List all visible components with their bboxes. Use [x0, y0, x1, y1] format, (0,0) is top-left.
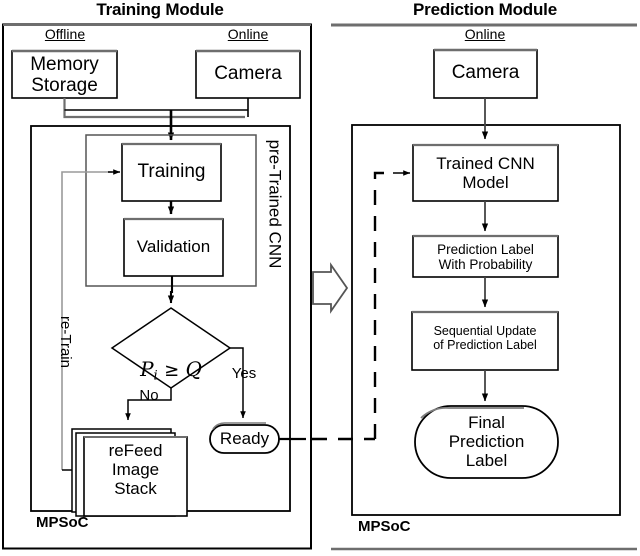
- sequential-update-node: [411, 310, 559, 371]
- module-transfer-arrow: [312, 262, 349, 314]
- edge-retrain-loop: [61, 171, 112, 470]
- edge-yes-branch: [230, 347, 246, 419]
- diagram-canvas: [2, 23, 637, 551]
- refeed-image-stack-node: [71, 428, 188, 517]
- edge-memory-to-bus: [63, 98, 245, 119]
- validation-node: [123, 217, 224, 277]
- edge-no-branch: [125, 388, 172, 421]
- final-prediction-label-node: [414, 405, 559, 479]
- figure-root: Training Module Prediction Module Offlin…: [0, 0, 640, 556]
- ready-node: [209, 422, 280, 454]
- prediction-label-node: [412, 234, 559, 278]
- training-camera-node: [195, 49, 301, 99]
- decision-node: [110, 307, 232, 389]
- prediction-camera-node: [433, 48, 538, 99]
- edge-feedback-dashed: [373, 171, 395, 439]
- trained-cnn-model-node: [412, 143, 559, 202]
- edge-validation-to-decision: [167, 276, 175, 304]
- training-node: [121, 142, 222, 202]
- memory-storage-node: [11, 49, 118, 99]
